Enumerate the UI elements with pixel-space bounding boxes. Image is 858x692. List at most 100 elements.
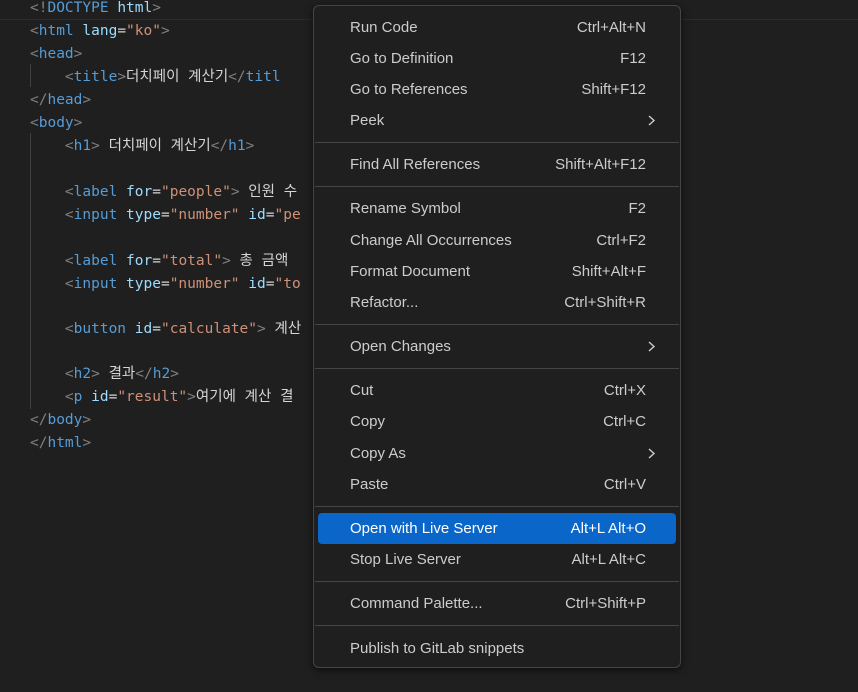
code-line-p: <p id="result">여기에 계산 결 [64, 389, 294, 405]
attr-name: lang [82, 23, 118, 39]
attr-name: for [126, 184, 153, 200]
menu-item-rename-symbol[interactable]: Rename Symbol F2 [318, 193, 676, 224]
menu-item-open-changes[interactable]: Open Changes [318, 331, 676, 362]
menu-item-shortcut: Ctrl+Shift+R [564, 294, 646, 311]
menu-item-shortcut: Shift+Alt+F12 [555, 156, 646, 173]
code-line-button: <button id="calculate"> 계산 [64, 321, 302, 337]
doctype-name: html [117, 0, 153, 16]
menu-item-refactor[interactable]: Refactor... Ctrl+Shift+R [318, 287, 676, 318]
menu-separator [315, 142, 679, 143]
menu-item-shortcut: Shift+F12 [581, 81, 646, 98]
attr-name: id [248, 207, 266, 223]
tag-name: body [38, 115, 74, 131]
menu-item-shortcut: Alt+L Alt+O [570, 520, 646, 537]
code-line-doctype: <!DOCTYPE html> [30, 0, 161, 20]
menu-item-cut[interactable]: Cut Ctrl+X [318, 375, 676, 406]
bracket: > [152, 0, 161, 16]
menu-item-label: Rename Symbol [350, 200, 461, 217]
tag-name: h1 [73, 138, 92, 154]
code-line-label-people: <label for="people"> 인원 수 [64, 184, 298, 200]
tag-name: html [38, 23, 74, 39]
menu-item-label: Open Changes [350, 338, 451, 355]
doctype-keyword: DOCTYPE [47, 0, 109, 16]
menu-item-label: Format Document [350, 263, 471, 280]
tag-name: p [73, 389, 83, 405]
tag-name: button [73, 321, 127, 337]
menu-item-peek[interactable]: Peek [318, 105, 676, 136]
menu-item-change-all-occurrences[interactable]: Change All Occurrences Ctrl+F2 [318, 225, 676, 256]
menu-separator [315, 625, 679, 626]
attr-name: id [91, 389, 109, 405]
attr-name: for [126, 253, 153, 269]
attr-name: id [134, 321, 153, 337]
menu-separator [315, 506, 679, 507]
code-line-html-open: <html lang="ko"> [30, 23, 170, 39]
text-content: 결과 [99, 366, 136, 382]
menu-item-shortcut: Ctrl+C [603, 413, 646, 430]
menu-item-paste[interactable]: Paste Ctrl+V [318, 469, 676, 500]
code-line-head-open: <head> [30, 46, 83, 62]
menu-separator [315, 186, 679, 187]
menu-item-shortcut: Ctrl+X [603, 382, 646, 399]
menu-item-go-to-definition[interactable]: Go to Definition F12 [318, 43, 676, 74]
menu-item-label: Change All Occurrences [350, 232, 512, 249]
tag-name: h2 [152, 366, 171, 382]
menu-item-shortcut: Ctrl+Alt+N [576, 19, 646, 36]
chevron-right-icon [648, 341, 656, 352]
attr-value: "to [274, 276, 301, 292]
menu-item-label: Go to References [350, 81, 468, 98]
menu-item-stop-live-server[interactable]: Stop Live Server Alt+L Alt+C [318, 544, 676, 575]
text-content: 계산 [265, 321, 302, 337]
menu-item-publish-to-gitlab-snippets[interactable]: Publish to GitLab snippets [318, 633, 676, 664]
context-menu: Run Code Ctrl+Alt+N Go to Definition F12 G… [313, 5, 681, 668]
menu-item-label: Copy As [350, 445, 406, 462]
menu-separator [315, 581, 679, 582]
menu-item-format-document[interactable]: Format Document Shift+Alt+F [318, 256, 676, 287]
menu-item-label: Publish to GitLab snippets [350, 640, 525, 657]
tag-name: h1 [228, 138, 246, 154]
tag-name: title [73, 69, 118, 85]
code-line-body-close: </body> [30, 412, 92, 428]
bracket: <! [30, 0, 48, 16]
attr-name: type [126, 207, 161, 223]
menu-item-label: Peek [350, 112, 385, 129]
attr-value: "result" [117, 389, 188, 405]
attr-value: "number" [169, 207, 240, 223]
menu-item-label: Refactor... [350, 294, 419, 311]
text-content: 더치페이 계산기 [126, 69, 229, 85]
menu-item-open-with-live-server[interactable]: Open with Live Server Alt+L Alt+O [318, 513, 676, 544]
tag-name: h2 [73, 366, 92, 382]
menu-item-go-to-references[interactable]: Go to References Shift+F12 [318, 74, 676, 105]
code-line-title: <title>더치페이 계산기</titl [64, 69, 281, 85]
menu-item-copy[interactable]: Copy Ctrl+C [318, 406, 676, 437]
code-line-label-total: <label for="total"> 총 금액 [64, 253, 289, 269]
menu-item-label: Copy [350, 413, 386, 430]
tag-name: html [47, 435, 83, 451]
code-line-input-total: <input type="number" id="to [64, 276, 301, 292]
chevron-right-icon [648, 115, 656, 126]
menu-item-label: Open with Live Server [350, 520, 498, 537]
menu-item-shortcut: Ctrl+F2 [596, 232, 646, 249]
menu-item-command-palette[interactable]: Command Palette... Ctrl+Shift+P [318, 588, 676, 619]
attr-value: "total" [160, 253, 223, 269]
menu-item-shortcut: F2 [628, 200, 646, 217]
attr-value: "ko" [126, 23, 161, 39]
chevron-right-icon [648, 448, 656, 459]
menu-separator [315, 324, 679, 325]
menu-item-find-all-references[interactable]: Find All References Shift+Alt+F12 [318, 149, 676, 180]
attr-value: "number" [169, 276, 240, 292]
tag-name: titl [245, 69, 281, 85]
tag-name: head [38, 46, 74, 62]
menu-item-shortcut: Ctrl+Shift+P [565, 595, 646, 612]
tag-name: body [47, 412, 83, 428]
menu-item-shortcut: Alt+L Alt+C [571, 551, 647, 568]
menu-item-shortcut: F12 [620, 50, 646, 67]
attr-name: id [248, 276, 266, 292]
menu-item-copy-as[interactable]: Copy As [318, 438, 676, 469]
tag-name: input [73, 276, 118, 292]
tag-name: input [73, 207, 118, 223]
code-line-h1: <h1> 더치페이 계산기</h1> [64, 138, 255, 154]
menu-item-run-code[interactable]: Run Code Ctrl+Alt+N [318, 12, 676, 43]
attr-value: "people" [160, 184, 231, 200]
